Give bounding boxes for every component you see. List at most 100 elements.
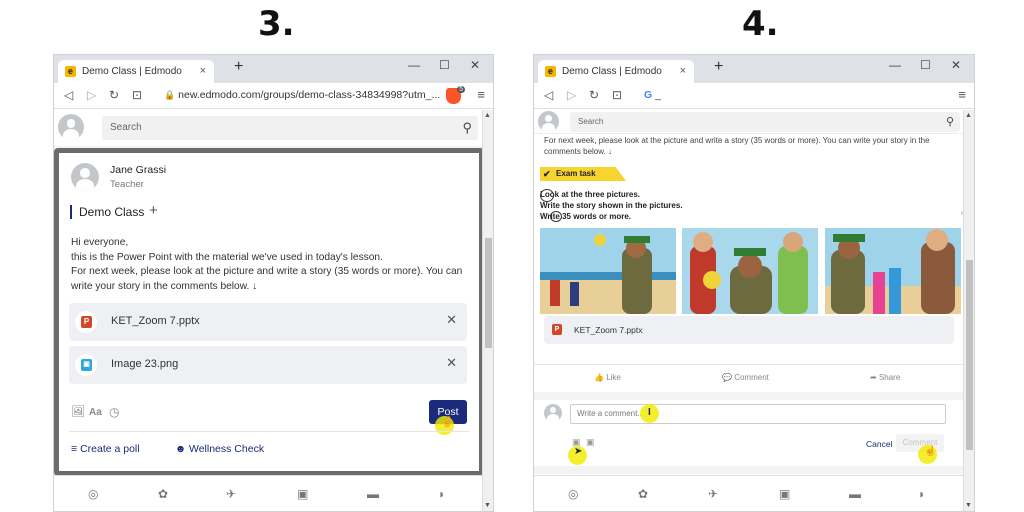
scroll-up-icon[interactable]: ▲ [484, 112, 491, 119]
bookmark-icon[interactable]: ⊡ [132, 88, 142, 102]
bottom-nav-icon[interactable]: ◎ [88, 487, 98, 501]
remove-attachment-icon[interactable]: ✕ [446, 312, 457, 328]
maximize-icon[interactable]: ☐ [439, 58, 450, 72]
attachment-icon-wrap: ▣ [75, 354, 97, 376]
attachment-pptx[interactable]: P KET_Zoom 7.pptx [544, 316, 954, 344]
step-number-3: 3. [258, 4, 295, 44]
annotation-circle [550, 211, 562, 222]
brave-shield-icon[interactable]: 5 [446, 86, 465, 104]
attach-file-icon[interactable]: ▣ [586, 437, 595, 448]
share-button[interactable]: ➦ Share [870, 373, 900, 382]
browser-tab[interactable]: e Demo Class | Edmodo × [58, 60, 214, 83]
scroll-thumb[interactable] [966, 260, 973, 450]
bottom-nav-icon[interactable]: ▬ [367, 487, 379, 501]
bottom-nav-icon[interactable]: ▣ [297, 487, 308, 501]
browser-menu-icon[interactable]: ≡ [958, 87, 966, 102]
reload-icon[interactable]: ↻ [589, 88, 599, 102]
bottom-nav-icon[interactable]: ▣ [779, 487, 790, 501]
browser-tab[interactable]: e Demo Class | Edmodo × [538, 60, 694, 83]
poll-icon: ≡ [71, 443, 78, 455]
bottom-nav-icon[interactable]: ▬ [849, 487, 861, 501]
user-avatar[interactable] [538, 111, 559, 132]
powerpoint-icon: P [81, 316, 92, 328]
divider [534, 466, 963, 474]
text-format-icon[interactable]: Aa [89, 407, 102, 418]
search-icon[interactable]: ⚲ [462, 116, 472, 140]
divider [534, 364, 963, 365]
back-icon[interactable]: ◁ [64, 88, 73, 102]
page-content: Search ⚲ Jane Grassi Teacher Demo Class … [54, 110, 484, 511]
exam-task-label: Exam task [556, 169, 596, 178]
search-placeholder: Search [578, 117, 604, 126]
close-tab-icon[interactable]: × [200, 60, 206, 83]
group-name[interactable]: Demo Class [79, 205, 144, 219]
forward-icon[interactable]: ▷ [87, 88, 96, 102]
minimize-icon[interactable]: — [889, 58, 901, 72]
insert-image-icon[interactable]: 🖼 [71, 405, 85, 418]
bottom-nav-icon[interactable]: ✿ [638, 487, 648, 501]
body-line: For next week, please look at the pictur… [544, 136, 930, 145]
reload-icon[interactable]: ↻ [109, 88, 119, 102]
back-icon[interactable]: ◁ [544, 88, 553, 102]
comment-label: Comment [734, 373, 769, 382]
top-search-row: Search ⚲ [54, 110, 482, 146]
check-icon: ✔ [543, 169, 551, 179]
attachment-pptx[interactable]: P KET_Zoom 7.pptx ✕ [69, 303, 467, 341]
post-composer-card: Jane Grassi Teacher Demo Class + Hi ever… [54, 148, 484, 476]
body-line: write your story in the comments below. … [71, 281, 258, 293]
annotation-circle [540, 189, 554, 202]
search-placeholder: Search [110, 122, 142, 133]
scroll-down-icon[interactable]: ▼ [484, 502, 491, 509]
maximize-icon[interactable]: ☐ [920, 58, 931, 72]
close-window-icon[interactable]: ✕ [951, 58, 961, 72]
comment-input[interactable]: Write a comment... [570, 404, 946, 424]
brave-badge: 5 [457, 86, 465, 93]
url-field[interactable]: 🔒 new.edmodo.com/groups/demo-class-34834… [154, 86, 442, 105]
like-icon: 👍 [594, 373, 604, 382]
new-tab-button[interactable]: + [234, 58, 243, 76]
scroll-down-icon[interactable]: ▼ [965, 502, 972, 509]
bottom-nav-bar: ◎ ✿ ✈ ▣ ▬ ◗ [534, 475, 963, 511]
scrollbar[interactable]: ▲ ▼ [482, 110, 493, 511]
remove-attachment-icon[interactable]: ✕ [446, 355, 457, 371]
like-label: Like [606, 373, 621, 382]
search-input[interactable]: Search ⚲ [102, 116, 478, 140]
scrollbar[interactable]: ▲ ▼ [963, 110, 974, 511]
user-avatar[interactable] [58, 114, 84, 140]
attachment-png[interactable]: ▣ Image 23.png ✕ [69, 346, 467, 384]
comment-icon: 💬 [722, 373, 732, 382]
search-input[interactable]: Search ⚲ [570, 112, 960, 132]
bottom-nav-icon[interactable]: ◎ [568, 487, 578, 501]
tab-title: Demo Class | Edmodo [562, 66, 662, 77]
tab-title: Demo Class | Edmodo [82, 66, 182, 77]
add-group-icon[interactable]: + [149, 202, 158, 219]
scroll-up-icon[interactable]: ▲ [965, 112, 972, 119]
browser-menu-icon[interactable]: ≡ [477, 87, 485, 102]
bottom-nav-icon[interactable]: ✈ [708, 487, 718, 501]
url-field[interactable]: G _ [634, 86, 939, 105]
image-file-icon: ▣ [81, 359, 92, 371]
comment-button[interactable]: 💬 Comment [722, 373, 769, 382]
bottom-nav-icon[interactable]: ✈ [226, 487, 236, 501]
post-body-text[interactable]: Hi everyone, this is the Power Point wit… [71, 236, 471, 295]
close-window-icon[interactable]: ✕ [470, 58, 480, 72]
new-tab-button[interactable]: + [714, 58, 723, 76]
scroll-thumb[interactable] [485, 238, 492, 348]
schedule-icon[interactable]: ◷ [109, 405, 119, 419]
like-button[interactable]: 👍 Like [594, 373, 621, 382]
bookmark-icon[interactable]: ⊡ [612, 88, 622, 102]
commenter-avatar [544, 404, 562, 422]
search-icon[interactable]: ⚲ [946, 112, 954, 132]
forward-icon[interactable]: ▷ [567, 88, 576, 102]
group-accent-bar [70, 205, 72, 219]
bottom-nav-icon[interactable]: ✿ [158, 487, 168, 501]
close-tab-icon[interactable]: × [680, 60, 686, 83]
create-poll-link[interactable]: ≡ Create a poll [71, 443, 140, 455]
hand-cursor-icon: ☝ [441, 417, 454, 428]
bottom-nav-icon[interactable]: ◗ [438, 487, 445, 501]
wellness-check-link[interactable]: ☻ Wellness Check [175, 443, 264, 455]
exam-task-badge: ✔ Exam task [540, 167, 626, 181]
bottom-nav-icon[interactable]: ◗ [918, 487, 925, 501]
minimize-icon[interactable]: — [408, 58, 420, 72]
cancel-button[interactable]: Cancel [866, 439, 892, 449]
